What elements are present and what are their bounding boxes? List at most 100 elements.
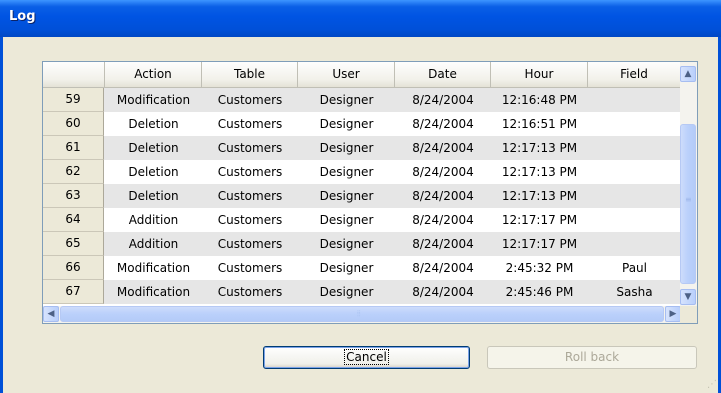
cell-action[interactable]: Deletion [105, 184, 202, 208]
cell-user[interactable]: Designer [298, 280, 395, 304]
cell-hour[interactable]: 2:45:46 PM [491, 280, 588, 304]
cell-action[interactable]: Modification [105, 88, 202, 112]
cell-action[interactable]: Addition [105, 232, 202, 256]
cell-user[interactable]: Designer [298, 136, 395, 160]
scroll-up-arrow-icon[interactable]: ▲ [680, 66, 696, 82]
cancel-button[interactable]: Cancel [263, 346, 470, 369]
cell-field[interactable] [588, 160, 681, 184]
column-header-date[interactable]: Date [395, 62, 491, 88]
table-row[interactable]: 60 Deletion Customers Designer 8/24/2004 12:1… [43, 112, 681, 136]
grid-header-row: Action Table User Date Hour Field [43, 62, 681, 88]
cell-user[interactable]: Designer [298, 256, 395, 280]
cell-action[interactable]: Deletion [105, 136, 202, 160]
scrollbar-corner [680, 306, 697, 323]
cell-user[interactable]: Designer [298, 88, 395, 112]
cell-field[interactable] [588, 232, 681, 256]
vertical-scrollbar[interactable]: ▲ ≡ ▼ [680, 62, 697, 306]
table-row[interactable]: 65 Addition Customers Designer 8/24/2004 12:1… [43, 232, 681, 256]
cell-user[interactable]: Designer [298, 208, 395, 232]
horizontal-scroll-thumb[interactable]: ⦙⦙ [60, 306, 664, 322]
cell-date[interactable]: 8/24/2004 [395, 232, 491, 256]
row-number[interactable]: 63 [43, 184, 104, 208]
cell-date[interactable]: 8/24/2004 [395, 280, 491, 304]
cell-table[interactable]: Customers [202, 208, 298, 232]
cell-date[interactable]: 8/24/2004 [395, 112, 491, 136]
row-number[interactable]: 62 [43, 160, 104, 184]
cell-table[interactable]: Customers [202, 256, 298, 280]
cell-date[interactable]: 8/24/2004 [395, 160, 491, 184]
column-header-field[interactable]: Field [588, 62, 681, 88]
cell-hour[interactable]: 2:45:32 PM [491, 256, 588, 280]
cell-date[interactable]: 8/24/2004 [395, 136, 491, 160]
row-header-corner [43, 62, 105, 88]
vertical-scroll-thumb[interactable]: ≡ [680, 124, 696, 284]
table-row[interactable]: 66 Modification Customers Designer 8/24/2004… [43, 256, 681, 280]
cell-hour[interactable]: 12:17:17 PM [491, 232, 588, 256]
scroll-right-arrow-icon[interactable]: ▶ [665, 306, 681, 322]
cell-table[interactable]: Customers [202, 112, 298, 136]
cell-table[interactable]: Customers [202, 88, 298, 112]
grip-icon: ≡ [685, 195, 692, 204]
cell-table[interactable]: Customers [202, 280, 298, 304]
cell-hour[interactable]: 12:16:48 PM [491, 88, 588, 112]
table-row[interactable]: 59 Modification Customers Designer 8/24/2004… [43, 88, 681, 112]
row-number[interactable]: 67 [43, 280, 104, 304]
cancel-button-label: Cancel [344, 349, 389, 365]
cell-hour[interactable]: 12:17:13 PM [491, 184, 588, 208]
cell-user[interactable]: Designer [298, 184, 395, 208]
scroll-left-arrow-icon[interactable]: ◀ [43, 306, 59, 322]
cell-date[interactable]: 8/24/2004 [395, 88, 491, 112]
cell-hour[interactable]: 12:17:13 PM [491, 160, 588, 184]
cell-table[interactable]: Customers [202, 160, 298, 184]
horizontal-scrollbar[interactable]: ◀ ⦙⦙ ▶ [43, 306, 681, 323]
cell-field[interactable]: Sasha [588, 280, 681, 304]
cell-hour[interactable]: 12:16:51 PM [491, 112, 588, 136]
cell-field[interactable]: Paul [588, 256, 681, 280]
cell-action[interactable]: Deletion [105, 160, 202, 184]
column-header-table[interactable]: Table [202, 62, 298, 88]
cell-field[interactable] [588, 136, 681, 160]
window-title: Log [9, 9, 36, 24]
scroll-down-arrow-icon[interactable]: ▼ [680, 289, 696, 305]
cell-date[interactable]: 8/24/2004 [395, 184, 491, 208]
window-frame-left [0, 37, 3, 393]
log-grid[interactable]: Action Table User Date Hour Field 59 Modi… [42, 61, 698, 324]
table-row[interactable]: 64 Addition Customers Designer 8/24/2004 12:1… [43, 208, 681, 232]
row-number[interactable]: 66 [43, 256, 104, 280]
row-number[interactable]: 59 [43, 88, 104, 112]
table-row[interactable]: 67 Modification Customers Designer 8/24/2004… [43, 280, 681, 304]
row-number[interactable]: 65 [43, 232, 104, 256]
cell-user[interactable]: Designer [298, 232, 395, 256]
cell-field[interactable] [588, 184, 681, 208]
cell-action[interactable]: Deletion [105, 112, 202, 136]
cell-date[interactable]: 8/24/2004 [395, 208, 491, 232]
cell-user[interactable]: Designer [298, 160, 395, 184]
row-number[interactable]: 61 [43, 136, 104, 160]
grip-icon: ⦙⦙ [357, 309, 361, 318]
cell-field[interactable] [588, 88, 681, 112]
cell-hour[interactable]: 12:17:17 PM [491, 208, 588, 232]
cell-date[interactable]: 8/24/2004 [395, 256, 491, 280]
roll-back-button[interactable]: Roll back [487, 346, 697, 369]
cell-user[interactable]: Designer [298, 112, 395, 136]
table-row[interactable]: 61 Deletion Customers Designer 8/24/2004 12:1… [43, 136, 681, 160]
cell-field[interactable] [588, 208, 681, 232]
column-header-action[interactable]: Action [105, 62, 202, 88]
column-header-hour[interactable]: Hour [491, 62, 588, 88]
cell-action[interactable]: Addition [105, 208, 202, 232]
cell-table[interactable]: Customers [202, 136, 298, 160]
table-row[interactable]: 63 Deletion Customers Designer 8/24/2004 12:1… [43, 184, 681, 208]
row-number[interactable]: 60 [43, 112, 104, 136]
table-row[interactable]: 62 Deletion Customers Designer 8/24/2004 12:1… [43, 160, 681, 184]
cell-table[interactable]: Customers [202, 232, 298, 256]
cell-action[interactable]: Modification [105, 280, 202, 304]
cell-field[interactable] [588, 112, 681, 136]
cell-table[interactable]: Customers [202, 184, 298, 208]
title-bar[interactable]: Log [0, 0, 721, 37]
column-header-user[interactable]: User [298, 62, 395, 88]
cell-hour[interactable]: 12:17:13 PM [491, 136, 588, 160]
cell-action[interactable]: Modification [105, 256, 202, 280]
log-dialog: Log Action Table User Date Hour Field 59… [0, 0, 721, 393]
resize-grip-icon[interactable]: ⋰ [707, 379, 717, 390]
row-number[interactable]: 64 [43, 208, 104, 232]
